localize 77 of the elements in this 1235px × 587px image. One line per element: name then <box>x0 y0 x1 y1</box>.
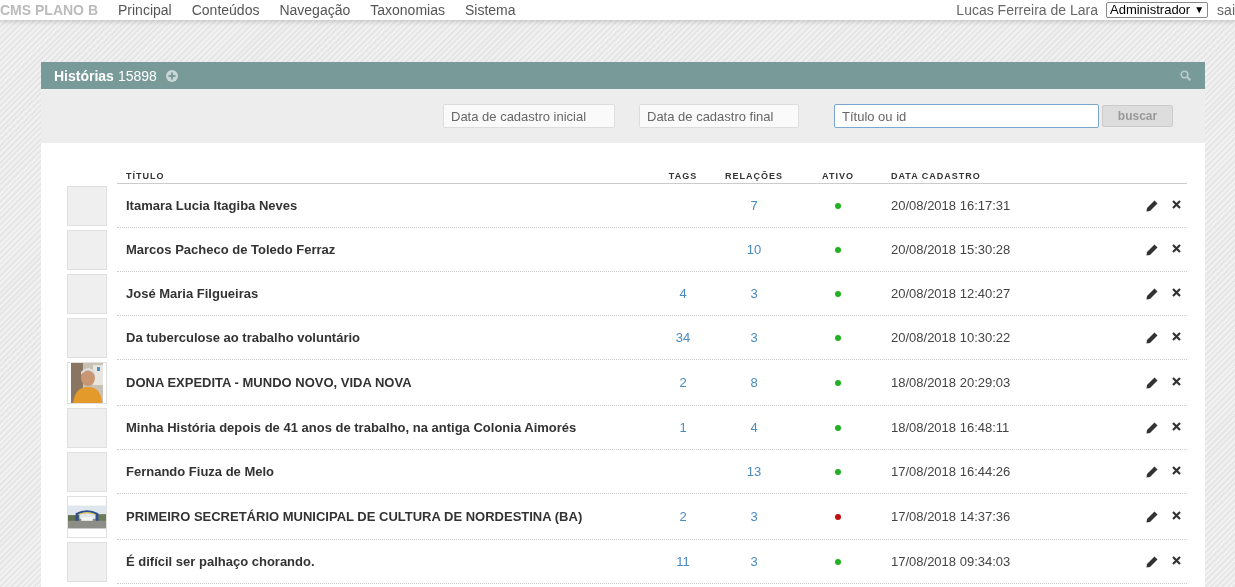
date-cell-text: 20/08/2018 12:40:27 <box>890 286 1012 301</box>
thumbnail-placeholder <box>67 452 107 492</box>
date-cell-text: 18/08/2018 16:48:11 <box>890 420 1011 435</box>
story-title[interactable]: José Maria Filgueiras <box>117 286 660 301</box>
date-cell-text: 18/08/2018 20:29:03 <box>890 375 1012 390</box>
edit-icon[interactable] <box>1146 421 1158 434</box>
edit-icon[interactable] <box>1146 555 1158 568</box>
column-header: ATIVO <box>822 171 854 181</box>
delete-icon[interactable] <box>1172 376 1181 386</box>
story-title[interactable]: Itamara Lucia Itagiba Neves <box>117 198 660 213</box>
edit-icon[interactable] <box>1146 376 1158 389</box>
thumbnail-placeholder <box>67 230 107 270</box>
search-field[interactable]: Título ou id <box>834 104 1099 128</box>
relations-count[interactable]: 3 <box>750 330 758 345</box>
tags-count[interactable]: 4 <box>679 286 687 301</box>
tags-count[interactable]: 2 <box>679 509 687 524</box>
relations-count[interactable]: 3 <box>750 554 758 569</box>
edit-icon[interactable] <box>1146 331 1158 344</box>
delete-icon[interactable] <box>1172 331 1181 341</box>
story-title[interactable]: É difícil ser palhaço chorando. <box>117 554 660 569</box>
tags-count[interactable]: 11 <box>676 554 690 569</box>
tags-count[interactable]: 1 <box>679 420 687 435</box>
delete-icon[interactable] <box>1172 510 1181 520</box>
edit-icon[interactable] <box>1146 465 1158 478</box>
date-cell-text: 17/08/2018 09:34:03 <box>890 554 1012 569</box>
role-select[interactable]: Administrador ▼ <box>1106 2 1209 18</box>
relations-count[interactable]: 13 <box>746 464 762 479</box>
logout-link[interactable]: sai <box>1217 2 1235 18</box>
item-count: 15898 <box>117 67 157 84</box>
date-cell-text: 20/08/2018 16:17:31 <box>890 198 1012 213</box>
date-cell-text: 17/08/2018 16:44:26 <box>890 464 1012 479</box>
edit-icon[interactable] <box>1146 510 1158 523</box>
user-name: Lucas Ferreira de Lara <box>956 2 1098 18</box>
story-title[interactable]: DONA EXPEDITA - MUNDO NOVO, VIDA NOVA <box>117 375 660 390</box>
story-title[interactable]: Da tuberculose ao trabalho voluntário <box>117 330 660 345</box>
thumbnail-placeholder <box>67 274 107 314</box>
start-date-field[interactable]: Data de cadastro inicial <box>443 104 615 128</box>
delete-icon[interactable] <box>1172 287 1181 297</box>
nav-menu-item[interactable]: Navegação <box>279 2 351 18</box>
edit-icon[interactable] <box>1146 199 1158 212</box>
story-title[interactable]: Minha História depois de 41 anos de trabalho, na antiga Colonia Aimorés <box>117 420 660 435</box>
end-date-field[interactable]: Data de cadastro final <box>639 104 799 128</box>
relations-count[interactable]: 10 <box>746 242 762 257</box>
delete-icon[interactable] <box>1172 199 1181 209</box>
date-cell-text: 20/08/2018 15:30:28 <box>890 242 1012 257</box>
thumbnail-placeholder <box>67 318 107 358</box>
relations-count[interactable]: 8 <box>750 375 758 390</box>
relations-count[interactable]: 7 <box>750 198 758 213</box>
edit-icon[interactable] <box>1146 243 1158 256</box>
date-cell-text: 20/08/2018 10:30:22 <box>890 330 1012 345</box>
delete-icon[interactable] <box>1172 465 1181 475</box>
column-header: RELAÇÕES <box>725 171 783 181</box>
nav-menu-item[interactable]: Conteúdos <box>191 2 260 18</box>
nav-menu-item[interactable]: Sistema <box>464 2 516 18</box>
story-title[interactable]: Fernando Fiuza de Melo <box>117 464 660 479</box>
column-header: TÍTULO <box>125 171 166 181</box>
panel-title: Histórias <box>54 67 114 84</box>
thumbnail-placeholder <box>67 542 107 582</box>
delete-icon[interactable] <box>1172 243 1181 253</box>
nav-menu-item[interactable]: Taxonomias <box>370 2 445 18</box>
tags-count[interactable]: 2 <box>679 375 687 390</box>
story-title[interactable]: PRIMEIRO SECRETÁRIO MUNICIPAL DE CULTURA DE NORDESTINA (BA) <box>117 509 660 524</box>
column-header: TAGS <box>668 171 698 181</box>
delete-icon[interactable] <box>1172 555 1181 565</box>
brand-logo: CMS PLANO B <box>0 2 98 18</box>
thumbnail-placeholder <box>67 408 107 448</box>
thumbnail-placeholder <box>67 186 107 226</box>
story-title[interactable]: Marcos Pacheco de Toledo Ferraz <box>117 242 660 257</box>
column-header: DATA CADASTRO <box>890 171 982 181</box>
relations-count[interactable]: 3 <box>750 509 758 524</box>
tags-count[interactable]: 34 <box>675 330 691 345</box>
relations-count[interactable]: 4 <box>750 420 758 435</box>
nav-menu-item[interactable]: Principal <box>118 2 172 18</box>
date-cell-text: 17/08/2018 14:37:36 <box>890 509 1012 524</box>
delete-icon[interactable] <box>1172 421 1181 431</box>
edit-icon[interactable] <box>1146 287 1158 300</box>
relations-count[interactable]: 3 <box>750 286 758 301</box>
